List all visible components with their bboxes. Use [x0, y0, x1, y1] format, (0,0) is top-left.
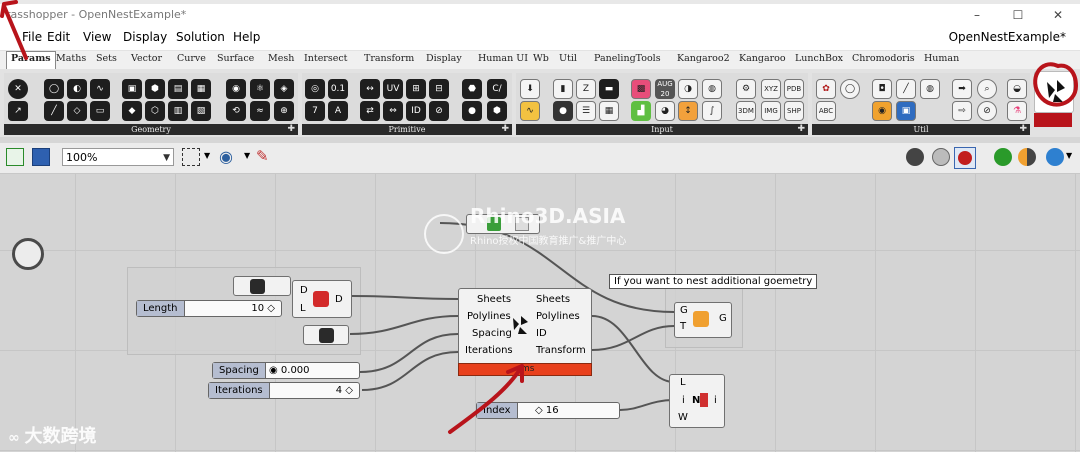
annotation-arrow-nest	[448, 364, 524, 434]
annotation-arrow-tab	[2, 4, 28, 60]
annotation-circle-opennest	[1033, 62, 1079, 107]
annotation-layer	[0, 0, 1079, 434]
